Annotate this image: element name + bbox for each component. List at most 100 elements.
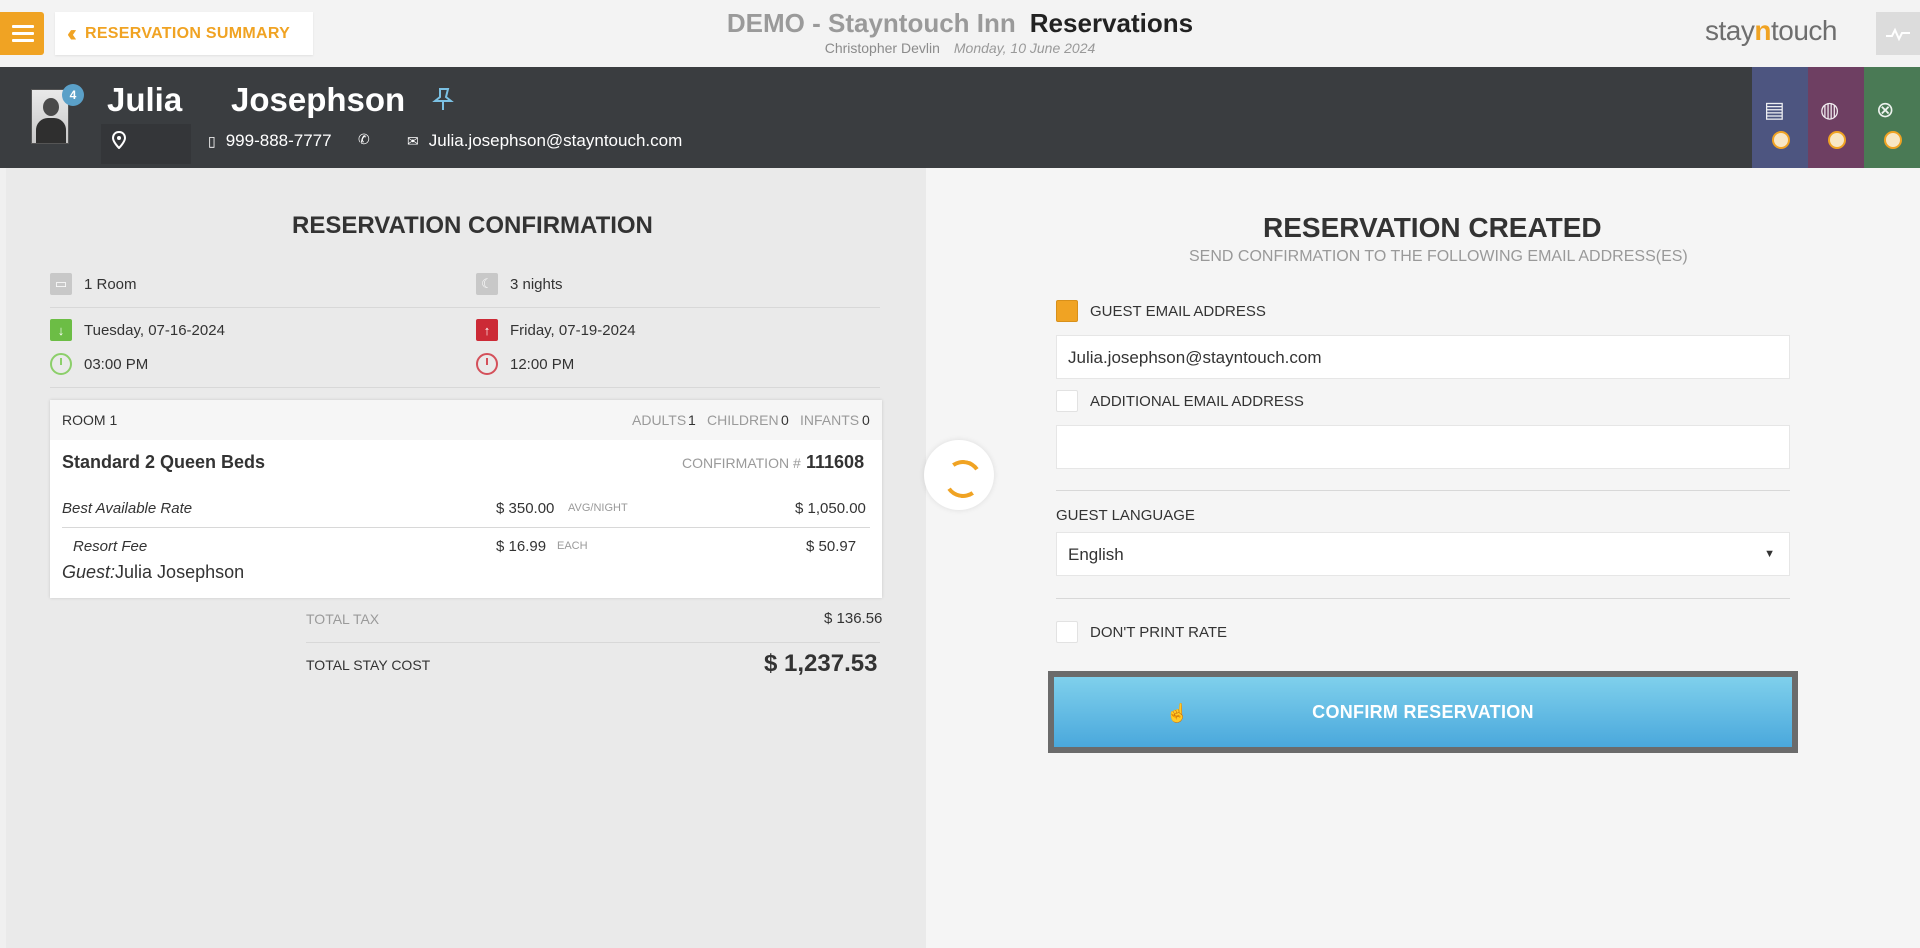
hamburger-icon	[12, 25, 34, 28]
confirmation-number: 111608	[806, 452, 865, 472]
guest-email[interactable]: ✉ Julia.josephson@stayntouch.com	[407, 131, 682, 151]
guest-email-text: Julia.josephson@stayntouch.com	[428, 131, 683, 150]
divider	[306, 642, 880, 643]
additional-email-label: ADDITIONAL EMAIL ADDRESS	[1090, 392, 1304, 410]
guest-email-checkbox[interactable]	[1056, 300, 1078, 322]
search-icon	[1828, 131, 1846, 149]
fee-amount: $ 16.99	[496, 538, 547, 555]
guest-last-name[interactable]: Josephson	[231, 81, 405, 119]
room-guest-label: Guest:	[62, 562, 116, 582]
hamburger-icon-line	[12, 39, 34, 42]
departure-date: ↑ Friday, 07-19-2024	[476, 319, 636, 341]
guest-tabs: ▤ ◍ ⊗	[1752, 67, 1920, 168]
reservation-count-badge: 4	[62, 84, 84, 106]
rate-unit: AVG/NIGHT	[568, 502, 628, 514]
search-icon	[1884, 131, 1902, 149]
additional-email-checkbox-row: ADDITIONAL EMAIL ADDRESS	[1056, 390, 1304, 412]
double-chevron-left-icon: ‹‹	[67, 19, 77, 47]
arrow-down-icon: ↓	[50, 319, 72, 341]
room-guest-name: Julia Josephson	[115, 562, 245, 582]
fee-unit: EACH	[557, 540, 588, 552]
tab-travel-agent[interactable]: ◍	[1808, 67, 1864, 168]
arrival-time-text: 03:00 PM	[84, 355, 149, 373]
guest-first-name[interactable]: Julia	[107, 81, 182, 119]
nights-count-text: 3 nights	[510, 275, 563, 293]
building-icon: ▤	[1764, 97, 1785, 122]
mobile-phone[interactable]: ▯ 999-888-7777	[208, 131, 332, 151]
arrow-up-icon: ↑	[476, 319, 498, 341]
nights-count: ☾ 3 nights	[476, 273, 563, 295]
location-icon	[112, 131, 126, 149]
clock-icon	[50, 353, 72, 375]
brand-logo-part: touch	[1770, 15, 1838, 46]
back-button-label: RESERVATION SUMMARY	[84, 24, 291, 42]
room-card: ROOM 1 ADULTS 1 CHILDREN 0 INFANTS 0 Sta…	[50, 400, 882, 598]
guest-email-field[interactable]: Julia.josephson@stayntouch.com	[1056, 335, 1790, 379]
tab-company[interactable]: ▤	[1752, 67, 1808, 168]
divider	[50, 307, 880, 308]
departure-time: 12:00 PM	[476, 353, 574, 375]
divider	[1056, 490, 1790, 491]
activity-button[interactable]	[1876, 12, 1920, 55]
rate-name: Best Available Rate	[62, 500, 193, 517]
rate-total: $ 1,050.00	[795, 500, 866, 517]
additional-email-checkbox[interactable]	[1056, 390, 1078, 412]
total-tax-label: TOTAL TAX	[306, 611, 380, 627]
room-type: Standard 2 Queen Beds	[62, 452, 266, 472]
adults-count: 1	[688, 412, 696, 428]
total-stay-value: $ 1,237.53	[764, 650, 878, 677]
departure-date-text: Friday, 07-19-2024	[510, 321, 636, 339]
brand-logo: stayntouch	[1705, 15, 1837, 47]
infants-count: 0	[862, 412, 870, 428]
guest-email-label: GUEST EMAIL ADDRESS	[1090, 302, 1266, 320]
infants-label: INFANTS	[800, 412, 860, 428]
dont-print-rate-checkbox[interactable]	[1056, 621, 1078, 643]
top-bar: ‹‹ RESERVATION SUMMARY DEMO - Stayntouch…	[0, 0, 1920, 67]
children-count: 0	[781, 412, 789, 428]
created-title: RESERVATION CREATED	[1263, 212, 1602, 243]
guest-language-label: GUEST LANGUAGE	[1056, 507, 1195, 524]
guest-language-select[interactable]: English ▼	[1056, 532, 1790, 576]
tab-group[interactable]: ⊗	[1864, 67, 1920, 168]
pin-icon[interactable]	[432, 87, 454, 118]
loading-spinner-icon	[924, 440, 994, 510]
moon-icon: ☾	[476, 273, 498, 295]
business-date: Monday, 10 June 2024	[953, 40, 1096, 56]
envelope-icon: ✉	[407, 132, 419, 149]
guest-header: 4 Julia Josephson ▯ 999-888-7777 ✆ ✉ Jul…	[0, 67, 1920, 168]
brand-logo-part: stay	[1705, 15, 1755, 46]
phone-glyph: ✆	[358, 131, 370, 147]
user-name: Christopher Devlin	[824, 40, 940, 56]
room-label: ROOM 1	[62, 412, 118, 428]
activity-icon	[1886, 27, 1910, 41]
children-label: CHILDREN	[707, 412, 779, 428]
phone-icon[interactable]: ✆	[358, 131, 380, 148]
divider	[50, 387, 880, 388]
divider	[1056, 598, 1790, 599]
hand-cursor-icon: ☝	[1166, 703, 1189, 723]
rooms-count: ▭ 1 Room	[50, 273, 137, 295]
user-date-line: Christopher Devlin Monday, 10 June 2024	[600, 40, 1320, 56]
guest-language-value: English	[1068, 545, 1124, 564]
arrival-time: 03:00 PM	[50, 353, 148, 375]
divider	[62, 527, 870, 528]
created-subtitle: SEND CONFIRMATION TO THE FOLLOWING EMAIL…	[1189, 248, 1688, 265]
mobile-icon: ▯	[208, 132, 216, 149]
room-guest: Guest:Julia Josephson	[62, 562, 244, 583]
fee-total: $ 50.97	[806, 538, 857, 555]
additional-email-field[interactable]	[1056, 425, 1790, 469]
mobile-number: 999-888-7777	[225, 131, 332, 150]
brand-logo-part: n	[1754, 15, 1771, 46]
back-to-summary-button[interactable]: ‹‹ RESERVATION SUMMARY	[55, 12, 313, 55]
hamburger-menu-button[interactable]	[0, 12, 44, 55]
page-title-block: DEMO - Stayntouch Inn Reservations Christ…	[600, 8, 1320, 56]
dont-print-rate-label: DON'T PRINT RATE	[1090, 623, 1228, 641]
total-stay-label: TOTAL STAY COST	[306, 657, 431, 673]
rate-amount: $ 350.00	[496, 500, 555, 517]
fee-name: Resort Fee	[73, 538, 148, 555]
page-title: DEMO - Stayntouch Inn Reservations	[600, 8, 1320, 39]
confirm-reservation-button[interactable]: CONFIRM RESERVATION	[1048, 671, 1798, 753]
group-icon: ⊗	[1876, 97, 1895, 122]
confirmation-title: RESERVATION CONFIRMATION	[292, 212, 653, 239]
adults-label: ADULTS	[632, 412, 687, 428]
